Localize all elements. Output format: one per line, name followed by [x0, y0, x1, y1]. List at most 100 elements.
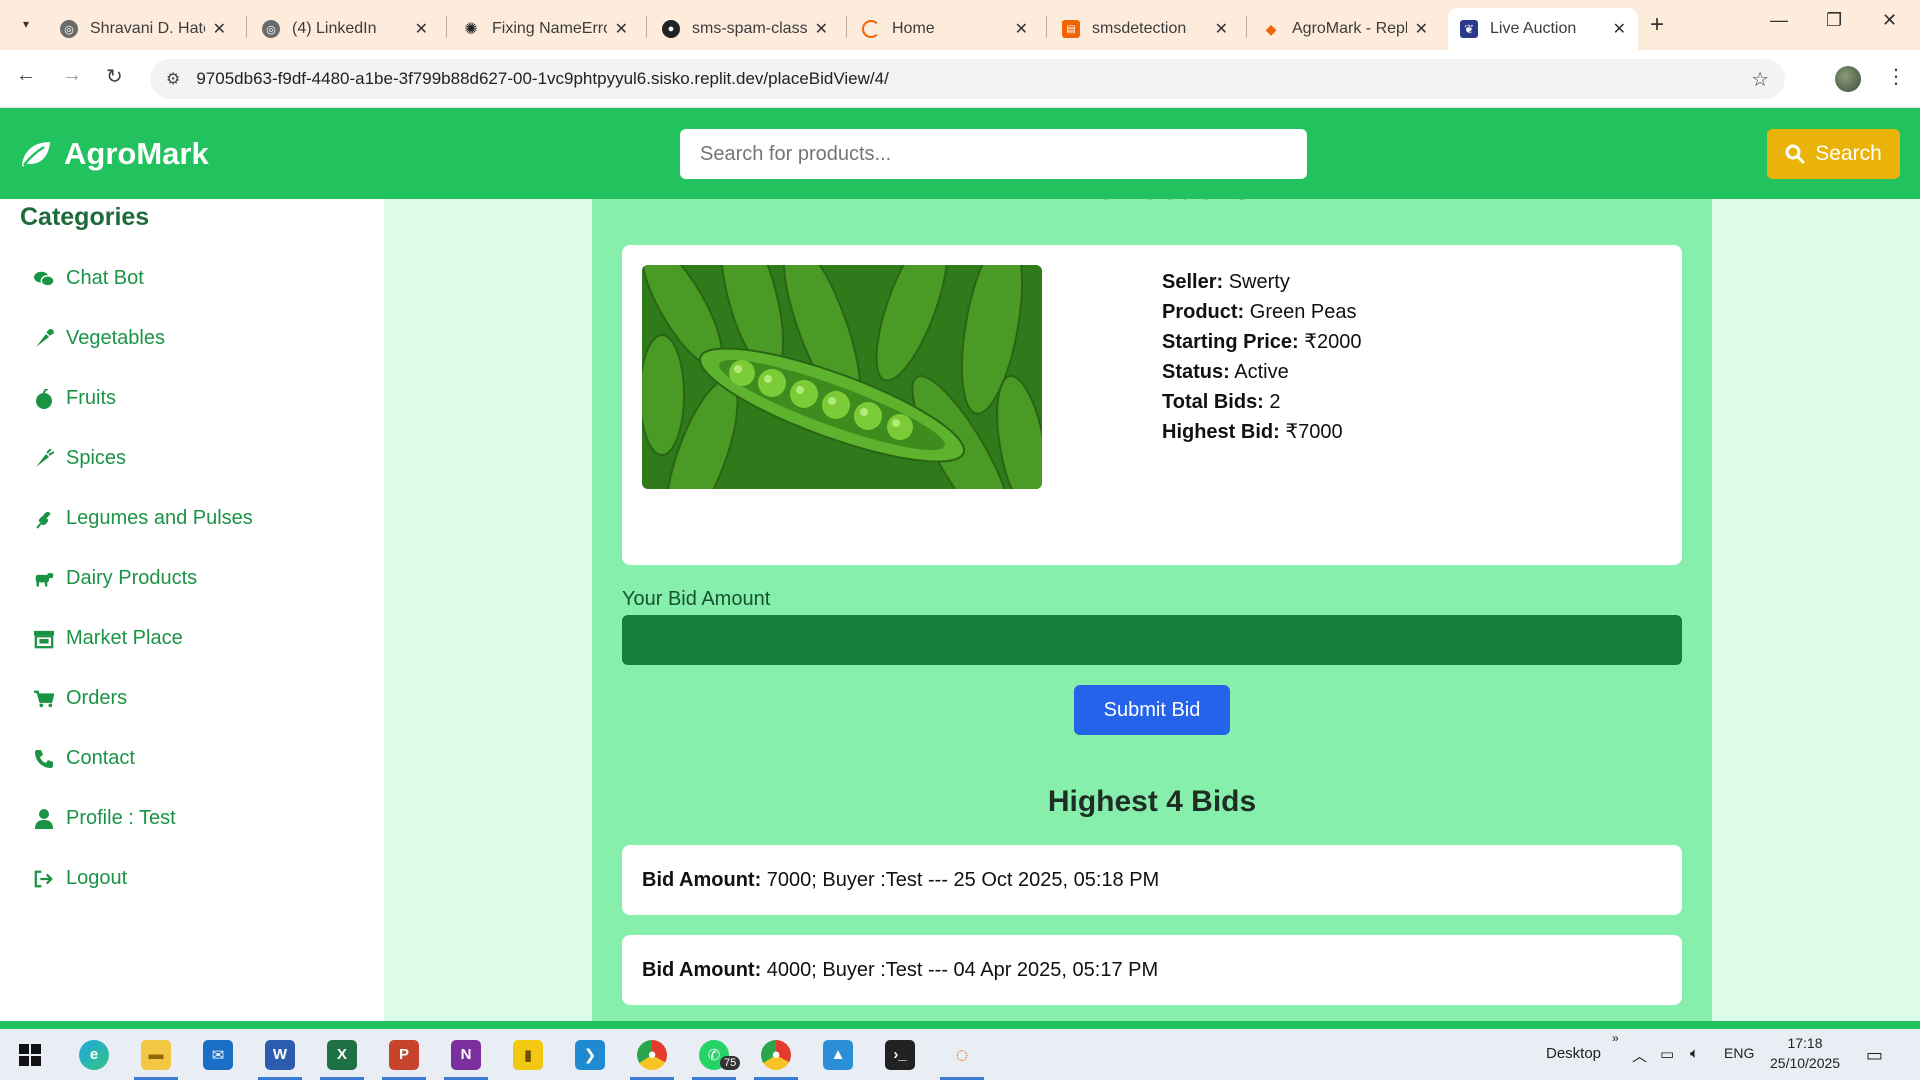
window-close-icon[interactable]: ✕ [1882, 10, 1897, 31]
excel-icon[interactable]: X [314, 1029, 370, 1080]
profile-avatar[interactable] [1835, 66, 1861, 92]
sidebar-item-market-place[interactable]: Market Place [34, 627, 183, 650]
notifications-icon[interactable]: ▭ [1866, 1045, 1883, 1066]
close-icon[interactable]: ✕ [213, 19, 226, 39]
close-icon[interactable]: ✕ [1215, 19, 1228, 39]
close-icon[interactable]: ✕ [815, 19, 828, 39]
address-bar: ← → ↻ ⚙ 9705db63-f9df-4480-a1be-3f799b88… [0, 50, 1920, 108]
volume-icon[interactable]: 🔈︎ [1690, 1045, 1699, 1062]
tray-chevron-up-icon[interactable]: ︿ [1632, 1045, 1647, 1066]
close-icon[interactable]: ✕ [615, 19, 628, 39]
tab-label: AgroMark - Repl [1292, 20, 1407, 37]
sidebar-item-label: Logout [66, 867, 128, 889]
search-input[interactable] [680, 129, 1307, 179]
site-info-icon[interactable]: ⚙ [166, 69, 180, 89]
onenote-icon[interactable]: N [438, 1029, 494, 1080]
product-info: Seller: Swerty Product: Green Peas Start… [1162, 267, 1361, 447]
url-field[interactable]: ⚙ 9705db63-f9df-4480-a1be-3f799b88d627-0… [150, 59, 1785, 99]
sidebar-item-legumes[interactable]: Legumes and Pulses [34, 507, 253, 530]
tab-label: Fixing NameErro [492, 20, 607, 37]
sidebar-item-profile[interactable]: Profile : Test [34, 807, 176, 830]
sidebar-item-label: Dairy Products [66, 567, 198, 589]
sidebar-item-dairy-products[interactable]: Dairy Products [34, 567, 197, 590]
edge-icon[interactable]: e [66, 1029, 122, 1080]
bid-row-label: Bid Amount: [642, 958, 762, 981]
minimize-icon[interactable]: — [1770, 10, 1788, 31]
close-icon[interactable]: ✕ [415, 19, 428, 39]
bid-row: Bid Amount: 7000; Buyer :Test --- 25 Oct… [622, 845, 1682, 915]
taskbar: e ▬ ✉ W X P N ▮ ❯ ● ✆ 75 ● ▲ ›_ ◌ Deskto… [0, 1029, 1920, 1080]
tab-separator [246, 16, 247, 38]
tab-label: (4) LinkedIn [292, 20, 377, 37]
tab-linkedin[interactable]: ◎ (4) LinkedIn ✕ [250, 8, 440, 50]
close-icon[interactable]: ✕ [1613, 19, 1626, 39]
tab-smsdetection[interactable]: ▤ smsdetection ✕ [1050, 8, 1240, 50]
sidebar-item-orders[interactable]: Orders [34, 687, 127, 710]
tab-sms-spam-classifier[interactable]: ● sms-spam-classi ✕ [650, 8, 840, 50]
windows-start-icon[interactable] [2, 1029, 58, 1080]
tab-shravani-linkedin[interactable]: ◎ Shravani D. Hate ✕ [48, 8, 238, 50]
product-card: Seller: Swerty Product: Green Peas Start… [622, 245, 1682, 565]
bid-amount-label: Your Bid Amount [622, 588, 771, 610]
sidebar-item-spices[interactable]: Spices [34, 447, 126, 470]
file-explorer-icon[interactable]: ▬ [128, 1029, 184, 1080]
tab-home[interactable]: Home ✕ [850, 8, 1040, 50]
clock[interactable]: 17:18 25/10/2025 [1770, 1035, 1840, 1071]
close-icon[interactable]: ✕ [1015, 19, 1028, 39]
back-icon[interactable]: ← [16, 64, 36, 87]
bid-row-text: 7000; Buyer :Test --- 25 Oct 2025, 05:18… [766, 868, 1160, 891]
close-icon[interactable]: ✕ [1415, 19, 1428, 39]
sidebar-item-logout[interactable]: Logout [34, 867, 127, 890]
chrome-icon[interactable]: ● [624, 1029, 680, 1080]
mail-icon[interactable]: ✉ [190, 1029, 246, 1080]
comments-icon [34, 270, 54, 288]
sidebar-item-fruits[interactable]: Fruits [34, 387, 116, 410]
status-row: Status: Active [1162, 357, 1361, 387]
total-bids-row: Total Bids: 2 [1162, 387, 1361, 417]
tab-live-auction[interactable]: ❦ Live Auction ✕ [1448, 8, 1638, 50]
cart-icon [34, 689, 54, 709]
submit-bid-button[interactable]: Submit Bid [1074, 685, 1230, 735]
menu-kebab-icon[interactable]: ⋮ [1886, 64, 1906, 89]
tab-label: Shravani D. Hate [90, 20, 205, 37]
sidebar-item-vegetables[interactable]: Vegetables [34, 327, 165, 350]
desktop-toolbar-label[interactable]: Desktop [1546, 1045, 1601, 1062]
tab-agromark-replit[interactable]: ◆ AgroMark - Repl ✕ [1250, 8, 1440, 50]
reload-icon[interactable]: ↻ [106, 64, 123, 89]
browser-tab-bar: ▾ ◎ Shravani D. Hate ✕ ◎ (4) LinkedIn ✕ … [0, 0, 1920, 50]
notification-badge: 75 [720, 1056, 741, 1070]
tab-search-menu-icon[interactable]: ▾ [12, 10, 40, 38]
language-indicator[interactable]: ENG [1724, 1045, 1754, 1061]
toolbar-overflow-icon[interactable]: » [1612, 1031, 1619, 1045]
search-button[interactable]: Search [1767, 129, 1900, 179]
jupyter-icon[interactable]: ◌ [934, 1029, 990, 1080]
photos-icon[interactable]: ▲ [810, 1029, 866, 1080]
word-icon[interactable]: W [252, 1029, 308, 1080]
bid-amount-input[interactable] [622, 615, 1682, 665]
forward-icon[interactable]: → [62, 64, 82, 87]
agromark-icon: ❦ [1460, 20, 1478, 38]
tab-label: Live Auction [1490, 20, 1577, 37]
auction-panel: Live Auctions [592, 199, 1712, 1021]
restore-icon[interactable]: ❐ [1826, 10, 1842, 31]
terminal-icon[interactable]: ›_ [872, 1029, 928, 1080]
sidebar-item-label: Vegetables [66, 327, 165, 349]
chrome-profile-icon[interactable]: ● [748, 1029, 804, 1080]
sidebar-title: Categories [20, 203, 150, 231]
linkedin-icon: ◎ [262, 20, 280, 38]
powerpoint-icon[interactable]: P [376, 1029, 432, 1080]
loading-icon [862, 20, 880, 38]
vscode-icon[interactable]: ❯ [562, 1029, 618, 1080]
sidebar-item-contact[interactable]: Contact [34, 747, 135, 770]
price-label: Starting Price: [1162, 331, 1299, 353]
tab-fixing-nameerror[interactable]: ✺ Fixing NameErro ✕ [450, 8, 640, 50]
product-label: Product: [1162, 301, 1245, 323]
bookmark-star-icon[interactable]: ☆ [1751, 67, 1769, 92]
brand-logo[interactable]: AgroMark [18, 136, 209, 172]
new-tab-icon[interactable]: + [1650, 11, 1664, 39]
whatsapp-icon[interactable]: ✆ 75 [686, 1029, 742, 1080]
powerbi-icon[interactable]: ▮ [500, 1029, 556, 1080]
tab-separator [646, 16, 647, 38]
sidebar-item-chat-bot[interactable]: Chat Bot [34, 267, 144, 290]
battery-icon[interactable]: ▭ [1660, 1045, 1674, 1063]
